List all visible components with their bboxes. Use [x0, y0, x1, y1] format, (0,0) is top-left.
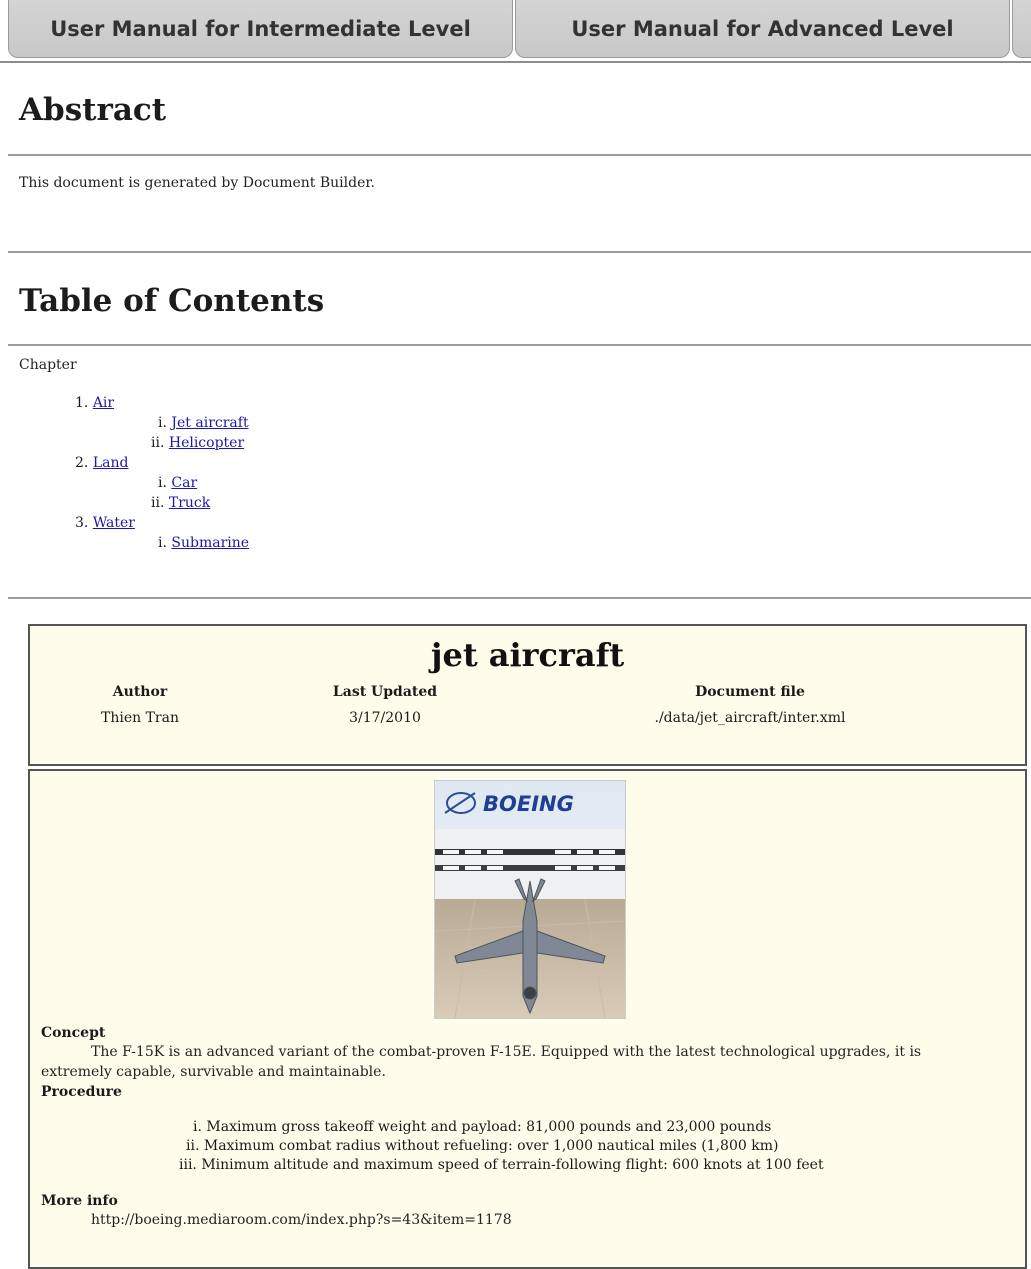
procedure-number: ii. — [186, 1138, 200, 1154]
abstract-heading: Abstract — [19, 92, 167, 128]
divider — [8, 597, 1031, 599]
last-updated-label: Last Updated — [332, 684, 438, 700]
divider — [8, 154, 1031, 156]
toc-number: i. — [158, 535, 167, 551]
procedure-label: Procedure — [41, 1084, 122, 1100]
toc-sub-item: i. Submarine — [158, 535, 249, 551]
toc-chapter-item: 2. Land — [75, 455, 128, 471]
author-value: Thien Tran — [101, 710, 179, 726]
toc-link-water[interactable]: Water — [93, 515, 135, 531]
procedure-text: Minimum altitude and maximum speed of te… — [201, 1157, 824, 1173]
procedure-number: iii. — [179, 1157, 197, 1173]
procedure-item: i. Maximum gross takeoff weight and payl… — [193, 1119, 771, 1135]
procedure-item: ii. Maximum combat radius without refuel… — [186, 1138, 778, 1154]
tab-bar: User Manual for Intermediate Level User … — [0, 0, 1031, 63]
logo-text: BOEING — [483, 792, 574, 816]
toc-number: ii. — [151, 435, 165, 451]
toc-number: 2. — [75, 455, 89, 471]
divider — [8, 251, 1031, 253]
article-title: jet aircraft — [430, 636, 625, 674]
procedure-item: iii. Minimum altitude and maximum speed … — [179, 1157, 824, 1173]
toc-sub-item: ii. Truck — [151, 495, 210, 511]
toc-number: i. — [158, 415, 167, 431]
concept-text-line: extremely capable, survivable and mainta… — [41, 1064, 386, 1080]
toc-link-jet-aircraft[interactable]: Jet aircraft — [171, 415, 248, 431]
tab-divider — [0, 61, 1031, 63]
concept-text-line: The F-15K is an advanced variant of the … — [91, 1044, 922, 1060]
author-label: Author — [112, 684, 168, 700]
toc-chapter-label: Chapter — [19, 357, 77, 373]
article-body: BOEING Concept The F-15K is an advanced … — [28, 769, 1027, 1269]
more-info-url: http://boeing.mediaroom.com/index.php?s=… — [91, 1212, 512, 1228]
article-header: jet aircraft Author Last Updated Documen… — [28, 624, 1027, 766]
toc-chapter-item: 1. Air — [75, 395, 114, 411]
tab-advanced-manual[interactable]: User Manual for Advanced Level — [515, 0, 1010, 58]
procedure-number: i. — [193, 1119, 202, 1135]
toc-number: 1. — [75, 395, 89, 411]
toc-number: 3. — [75, 515, 89, 531]
toc-sub-item: ii. Helicopter — [151, 435, 244, 451]
toc-sub-item: i. Car — [158, 475, 197, 491]
tab-intermediate-manual[interactable]: User Manual for Intermediate Level — [8, 0, 513, 58]
toc-sub-item: i. Jet aircraft — [158, 415, 249, 431]
aircraft-image: BOEING — [435, 781, 625, 1018]
procedure-text: Maximum combat radius without refueling:… — [203, 1138, 779, 1154]
document-file-label: Document file — [695, 684, 805, 700]
toc-link-truck[interactable]: Truck — [169, 495, 210, 511]
toc-chapter-item: 3. Water — [75, 515, 135, 531]
toc-number: ii. — [151, 495, 165, 511]
more-info-label: More info — [41, 1193, 118, 1209]
divider — [8, 344, 1031, 346]
concept-label: Concept — [41, 1025, 106, 1041]
toc-link-air[interactable]: Air — [93, 395, 114, 411]
toc-link-car[interactable]: Car — [171, 475, 197, 491]
last-updated-value: 3/17/2010 — [349, 710, 421, 726]
toc-number: i. — [158, 475, 167, 491]
toc-heading: Table of Contents — [19, 283, 325, 319]
abstract-text: This document is generated by Document B… — [19, 175, 375, 191]
jet-aircraft-photo: BOEING — [434, 780, 626, 1019]
toc-link-submarine[interactable]: Submarine — [171, 535, 249, 551]
tab-overflow[interactable] — [1012, 0, 1031, 58]
procedure-text: Maximum gross takeoff weight and payload… — [206, 1119, 772, 1135]
toc-link-helicopter[interactable]: Helicopter — [169, 435, 244, 451]
toc-link-land[interactable]: Land — [93, 455, 129, 471]
document-file-value: ./data/jet_aircraft/inter.xml — [654, 710, 846, 726]
